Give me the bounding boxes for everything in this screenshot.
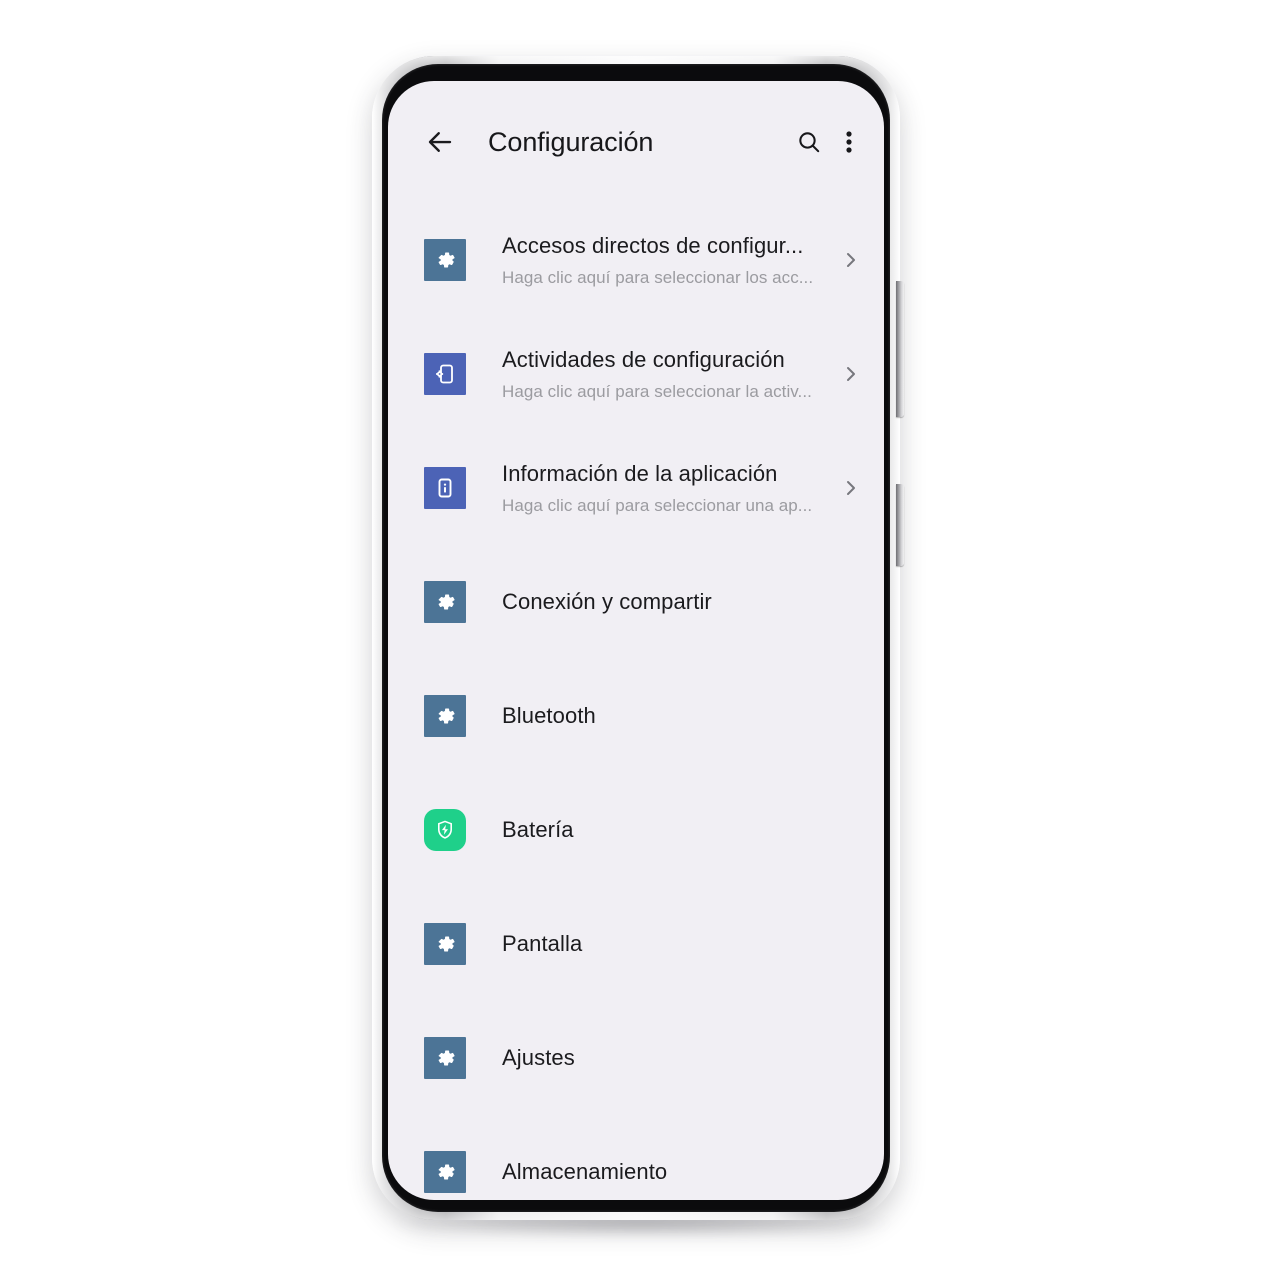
list-item[interactable]: Almacenamiento <box>388 1115 884 1200</box>
list-item-text: Almacenamiento <box>502 1159 836 1185</box>
list-item-icon <box>424 467 466 509</box>
shield-bolt-icon <box>424 809 466 851</box>
list-item-icon <box>424 1037 466 1079</box>
app-bar: Configuración <box>388 81 884 203</box>
screenshot-canvas: Configuración Accesos directos de config… <box>0 0 1280 1280</box>
list-item-subtitle: Haga clic aquí para seleccionar los acc.… <box>502 267 814 287</box>
list-item[interactable]: Bluetooth <box>388 659 884 773</box>
list-item-text: Accesos directos de configur... Haga cli… <box>502 233 836 288</box>
list-item-text: Pantalla <box>502 931 836 957</box>
gear-icon <box>424 695 466 737</box>
list-item[interactable]: Ajustes <box>388 1001 884 1115</box>
gear-icon <box>424 1037 466 1079</box>
list-item-icon <box>424 239 466 281</box>
phone-gear-icon <box>424 353 466 395</box>
list-item-title: Conexión y compartir <box>502 589 712 614</box>
phone-screen: Configuración Accesos directos de config… <box>388 81 884 1200</box>
list-item[interactable]: Información de la aplicación Haga clic a… <box>388 431 884 545</box>
list-item[interactable]: Batería <box>388 773 884 887</box>
page-title: Configuración <box>488 126 654 157</box>
search-button[interactable] <box>786 119 832 165</box>
list-item-title: Ajustes <box>502 1045 575 1070</box>
volume-rocker-button[interactable] <box>896 281 904 417</box>
app-info-icon <box>424 467 466 509</box>
list-item-text: Actividades de configuración Haga clic a… <box>502 347 836 402</box>
list-item-icon <box>424 923 466 965</box>
gear-icon <box>424 581 466 623</box>
list-item-text: Ajustes <box>502 1045 836 1071</box>
more-vertical-icon <box>838 129 860 155</box>
back-button[interactable] <box>416 118 464 166</box>
list-item-title: Batería <box>502 817 574 842</box>
list-item-title: Pantalla <box>502 931 583 956</box>
power-button[interactable] <box>896 484 904 566</box>
list-item-text: Batería <box>502 817 836 843</box>
list-item-title: Bluetooth <box>502 703 596 728</box>
list-item-title: Accesos directos de configur... <box>502 232 804 258</box>
search-icon <box>796 129 822 155</box>
list-item-icon <box>424 809 466 851</box>
list-item-text: Conexión y compartir <box>502 589 836 615</box>
settings-list[interactable]: Accesos directos de configur... Haga cli… <box>388 203 884 1200</box>
chevron-right-icon <box>836 476 866 500</box>
list-item-icon <box>424 1151 466 1193</box>
list-item-subtitle: Haga clic aquí para seleccionar una ap..… <box>502 495 813 515</box>
gear-icon <box>424 239 466 281</box>
gear-icon <box>424 923 466 965</box>
chevron-right-icon <box>836 248 866 272</box>
list-item-text: Bluetooth <box>502 703 836 729</box>
list-item[interactable]: Actividades de configuración Haga clic a… <box>388 317 884 431</box>
list-item-text: Información de la aplicación Haga clic a… <box>502 461 836 516</box>
list-item-title: Actividades de configuración <box>502 346 785 372</box>
list-item-icon <box>424 353 466 395</box>
list-item[interactable]: Conexión y compartir <box>388 545 884 659</box>
list-item-icon <box>424 695 466 737</box>
overflow-menu-button[interactable] <box>832 119 866 165</box>
list-item[interactable]: Accesos directos de configur... Haga cli… <box>388 203 884 317</box>
list-item[interactable]: Pantalla <box>388 887 884 1001</box>
arrow-left-icon <box>425 127 455 157</box>
list-item-subtitle: Haga clic aquí para seleccionar la activ… <box>502 381 812 401</box>
chevron-right-icon <box>836 362 866 386</box>
list-item-title: Almacenamiento <box>502 1159 668 1184</box>
list-item-title: Información de la aplicación <box>502 460 778 486</box>
gear-icon <box>424 1151 466 1193</box>
list-item-icon <box>424 581 466 623</box>
